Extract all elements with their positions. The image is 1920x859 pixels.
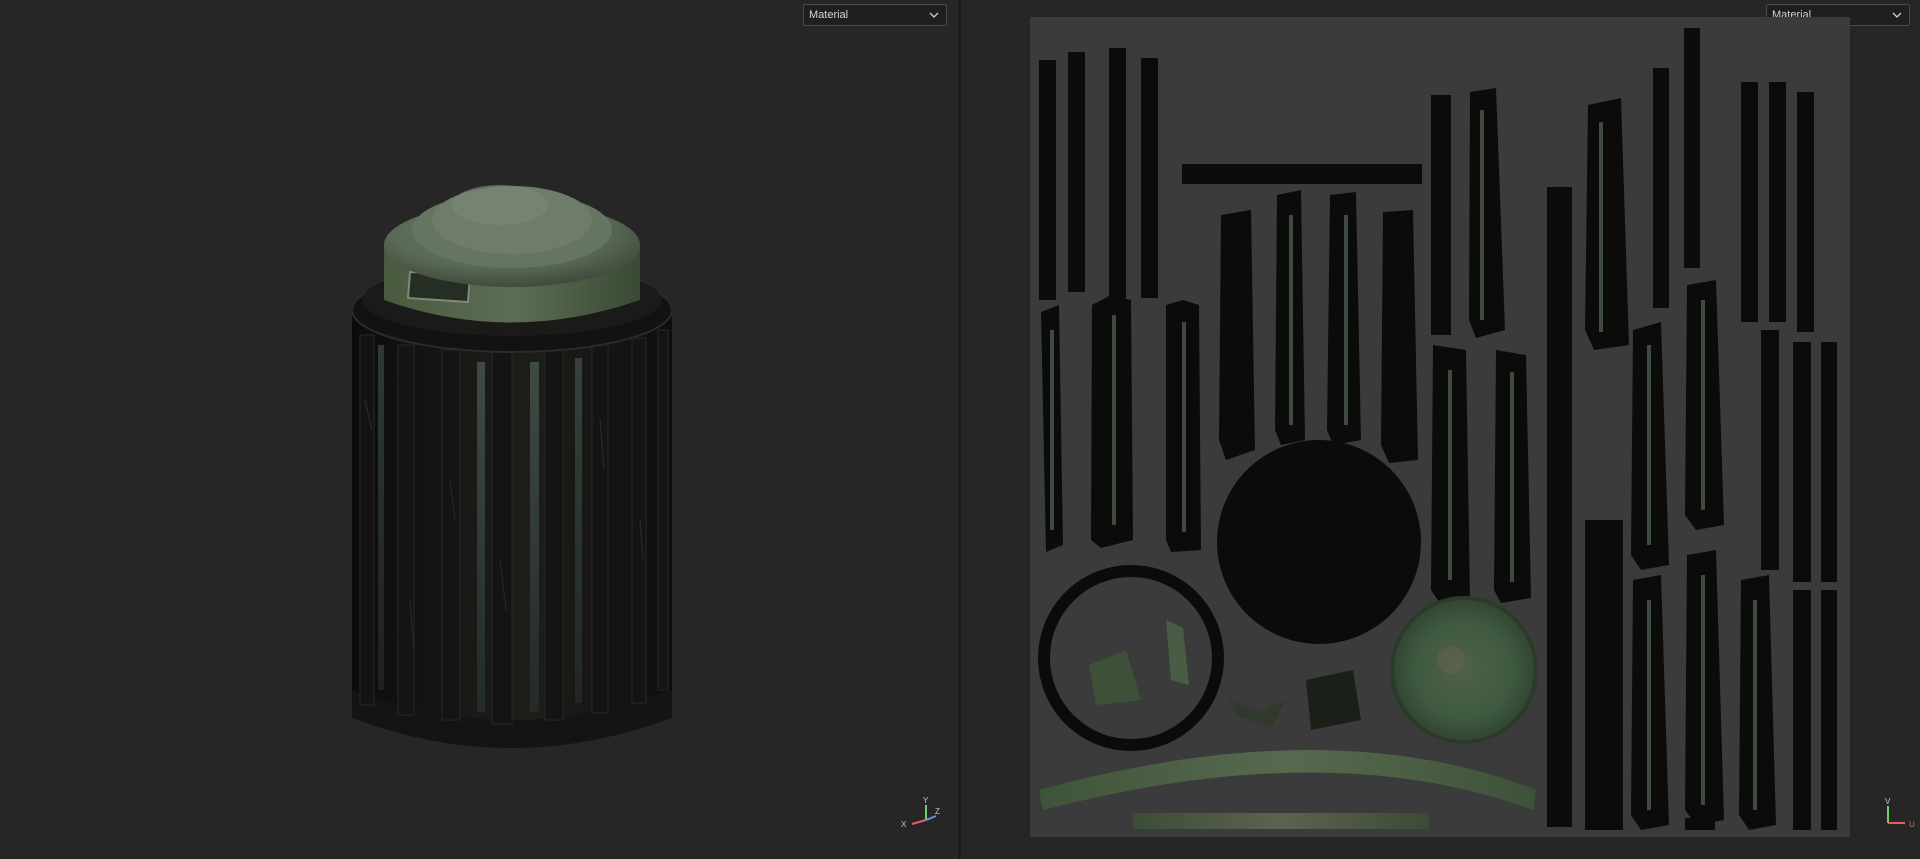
canister-3d-model[interactable] [0, 0, 958, 859]
uv-texture-layout[interactable] [961, 0, 1920, 859]
axis-u-label: U [1909, 820, 1915, 829]
axis-y-label: Y [923, 796, 929, 805]
axis-v-label: V [1885, 797, 1891, 806]
axis-gizmo-3d: Y X Z [901, 796, 940, 829]
viewport-3d[interactable]: Material Y X Z [0, 0, 958, 859]
axis-gizmo-uv: V U [1885, 797, 1915, 829]
axis-z-label: Z [935, 807, 940, 816]
axis-x-label: X [901, 820, 907, 829]
viewport-uv[interactable]: Material V U [961, 0, 1920, 859]
